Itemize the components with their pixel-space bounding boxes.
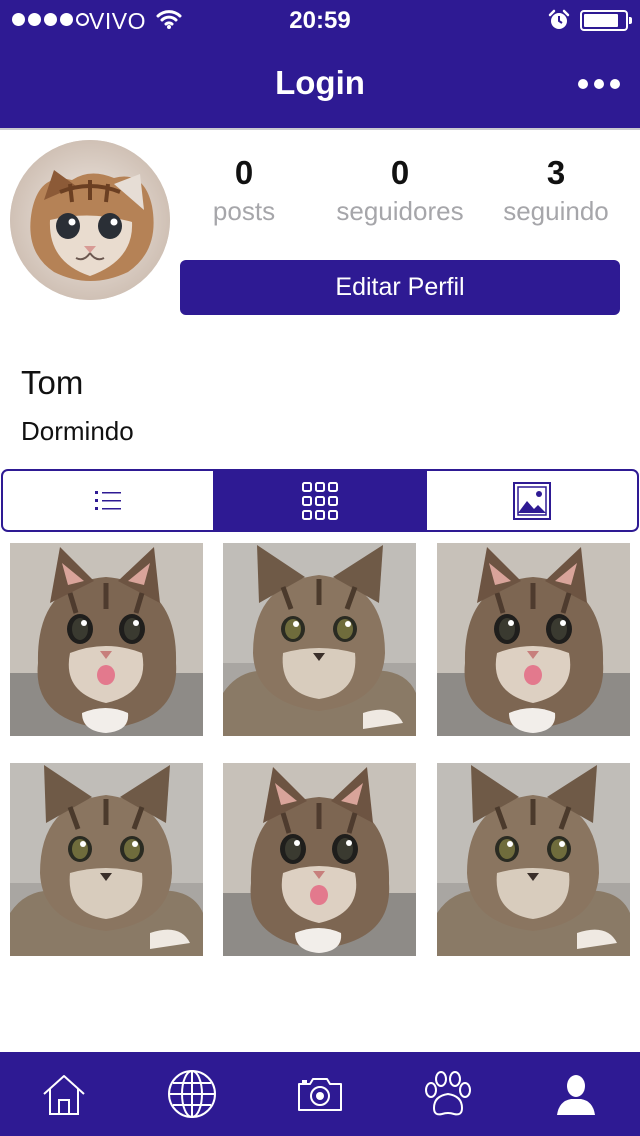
home-icon [43, 1075, 85, 1115]
paw-icon [425, 1071, 471, 1116]
profile-icon [557, 1075, 595, 1115]
tab-explore[interactable] [128, 1052, 256, 1136]
tab-profile[interactable] [512, 1052, 640, 1136]
profile-bio: Dormindo [21, 416, 134, 446]
photo-thumbnail[interactable] [437, 763, 630, 956]
stat-followers-value: 0 [390, 154, 410, 191]
avatar[interactable] [10, 140, 170, 300]
stat-posts-label: posts [212, 196, 276, 226]
view-toggle [1, 469, 639, 532]
list-view-icon [95, 490, 121, 510]
photo-thumbnail[interactable] [10, 763, 203, 956]
tab-pets[interactable] [384, 1052, 512, 1136]
status-time: 20:59 [289, 7, 351, 34]
photo-thumbnail[interactable] [10, 543, 203, 736]
profile-name: Tom [21, 364, 84, 401]
alarm-icon [548, 9, 570, 29]
globe-icon [168, 1070, 216, 1118]
top-bar: VIVO 20:59 Login [0, 0, 640, 128]
photo-thumbnail[interactable] [437, 543, 630, 736]
nav-divider [0, 128, 640, 130]
camera-icon [298, 1078, 342, 1111]
media-view-button[interactable] [425, 471, 637, 530]
media-view-icon [513, 481, 551, 520]
more-dots-icon [578, 79, 588, 89]
tab-bar [0, 1052, 640, 1136]
edit-profile-button[interactable]: Editar Perfil [180, 260, 620, 315]
grid-view-icon [302, 481, 338, 520]
status-bar: VIVO 20:59 [0, 0, 640, 40]
stat-following-value: 3 [546, 154, 566, 191]
stat-posts-value: 0 [234, 154, 254, 191]
tab-camera[interactable] [256, 1052, 384, 1136]
stat-following[interactable]: 3 seguindo [481, 152, 631, 228]
list-view-button[interactable] [3, 471, 213, 530]
stat-following-label: seguindo [503, 196, 609, 226]
stat-posts[interactable]: 0 posts [169, 152, 319, 228]
stat-followers-label: seguidores [336, 196, 464, 226]
photo-thumbnail[interactable] [223, 763, 416, 956]
page-title: Login [275, 64, 365, 101]
more-options-button[interactable] [578, 76, 626, 92]
battery-icon [580, 10, 632, 31]
stat-followers[interactable]: 0 seguidores [325, 152, 475, 228]
tab-home[interactable] [0, 1052, 128, 1136]
grid-view-button[interactable] [213, 471, 425, 530]
photo-thumbnail[interactable] [223, 543, 416, 736]
